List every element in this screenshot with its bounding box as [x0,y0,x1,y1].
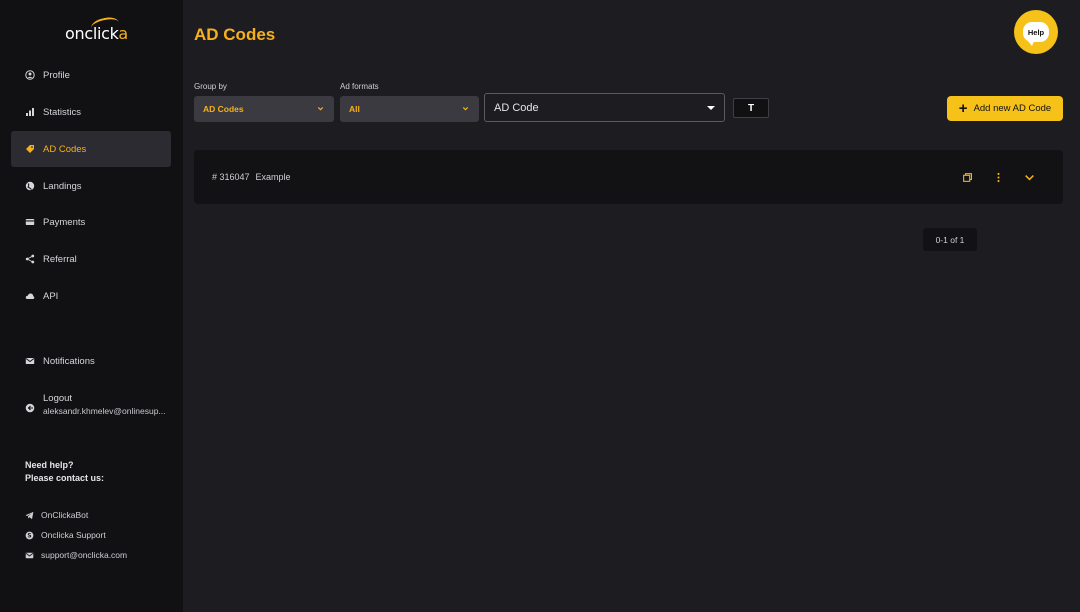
card-icon [25,217,35,227]
logout-icon [25,400,35,413]
user-circle-icon [25,70,35,80]
sidebar-item-label: Payments [43,216,86,228]
contact-skype-link[interactable]: S Onclicka Support [25,530,106,540]
help-label: Help [1027,27,1045,37]
group-by-select[interactable]: AD Codes [194,96,334,122]
sidebar-item-label: API [43,290,59,302]
sidebar-item-api[interactable]: API [11,278,171,314]
pagination-info: 0-1 of 1 [923,228,977,251]
sidebar-item-label: Statistics [43,106,82,118]
pagination-text: 0-1 of 1 [935,234,965,245]
sidebar-item-payments[interactable]: Payments [11,204,171,240]
user-email: aleksandr.khmelev@onlinesup... [43,406,166,416]
sidebar-item-statistics[interactable]: Statistics [11,94,171,130]
ad-code-name: Example [255,172,291,182]
caret-down-icon [707,105,715,110]
contact-label: OnClickaBot [41,510,89,520]
ad-formats-value: All [349,104,360,114]
sidebar-item-referral[interactable]: Referral [11,241,171,277]
mail-icon [25,356,35,366]
ad-formats-select[interactable]: All [340,96,479,122]
contact-email-link[interactable]: support@onclicka.com [25,550,127,560]
help-line-2: Please contact us: [25,473,105,483]
group-by-label: Group by [194,82,227,91]
ad-code-title: # 316047 Example [212,172,291,182]
sidebar-item-landings[interactable]: Landings [11,168,171,204]
share-icon [25,254,35,264]
app-root: onclicka Profile Statistics AD Codes Lan… [0,0,1080,612]
skype-icon: S [25,531,34,540]
ad-code-row[interactable]: # 316047 Example [194,150,1063,204]
page-title: AD Codes [194,25,276,44]
chevron-down-icon[interactable] [1022,170,1036,184]
contact-label: support@onclicka.com [41,550,128,560]
help-line-1: Need help? [25,460,74,470]
sidebar-item-notifications[interactable]: Notifications [11,343,171,379]
text-filter-button[interactable]: T [733,98,769,118]
ad-formats-label: Ad formats [340,82,379,91]
sidebar-item-label: Referral [43,253,77,265]
svg-text:S: S [27,533,31,539]
telegram-icon [25,511,34,520]
copy-icon[interactable] [960,170,974,184]
sidebar-item-profile[interactable]: Profile [11,57,171,93]
tag-icon [25,144,35,154]
plus-icon: + [958,100,968,117]
chevron-down-icon [316,104,325,115]
mail-icon [25,551,34,560]
contact-telegram-link[interactable]: OnClickaBot [25,510,88,520]
sidebar-item-ad-codes[interactable]: AD Codes [11,131,171,167]
ad-code-value: AD Code [494,101,539,114]
globe-icon [25,181,35,191]
add-button-label: Add new AD Code [973,103,1052,114]
add-ad-code-button[interactable]: + Add new AD Code [947,96,1063,121]
ad-code-select[interactable]: AD Code [484,93,725,122]
sidebar: onclicka Profile Statistics AD Codes Lan… [0,0,183,612]
contact-label: Onclicka Support [41,530,106,540]
chat-bubble-icon: Help [1023,22,1049,46]
chevron-down-icon [461,104,470,115]
sidebar-item-label: Notifications [43,355,95,367]
more-vertical-icon[interactable] [991,170,1005,184]
logout-button[interactable]: Logout aleksandr.khmelev@onlinesup... [25,392,171,418]
cloud-icon [25,291,35,301]
sidebar-item-label: Profile [43,69,70,81]
help-heading: Need help? Please contact us: [25,459,104,485]
bar-chart-icon [25,107,35,117]
sidebar-item-label: AD Codes [43,143,87,155]
onclicka-logo[interactable]: onclicka [65,15,128,43]
logout-label: Logout [43,393,73,404]
sidebar-item-label: Landings [43,180,82,192]
group-by-value: AD Codes [203,104,244,114]
text-format-icon: T [747,102,755,114]
ad-code-id: # 316047 [212,172,250,182]
help-chat-button[interactable]: Help [1014,10,1058,54]
